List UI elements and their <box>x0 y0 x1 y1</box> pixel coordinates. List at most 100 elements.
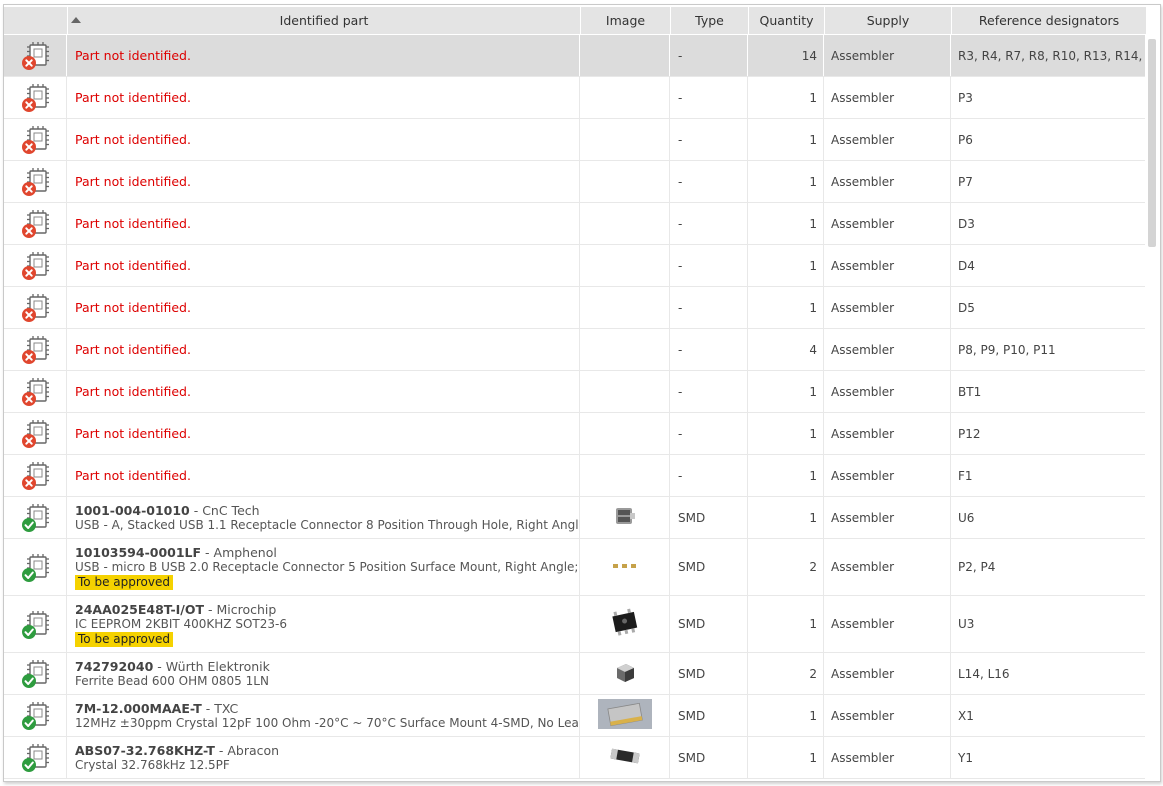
table-row[interactable]: 7M-12.000MAAE-T - TXC 12MHz ±30ppm Cryst… <box>4 695 1145 737</box>
manufacturer: - Würth Elektronik <box>153 659 270 674</box>
reference-designators: R3, R4, R7, R8, R10, R13, R14, R23 <box>958 48 1145 63</box>
table-row[interactable]: Part not identified. - 1 Assembler P7 <box>4 161 1145 203</box>
quantity: 2 <box>749 539 824 595</box>
part-type: SMD <box>671 596 748 652</box>
header-image[interactable]: Image <box>581 7 670 34</box>
table-row[interactable]: Part not identified. - 1 Assembler F1 <box>4 455 1145 497</box>
part-image[interactable] <box>581 596 670 652</box>
part-not-identified-text: Part not identified. <box>75 342 191 357</box>
part-number[interactable]: 742792040 <box>75 659 153 674</box>
header-identified-part[interactable]: Identified part <box>68 7 580 34</box>
header-type[interactable]: Type <box>671 7 748 34</box>
status-cell <box>4 539 67 595</box>
part-number[interactable]: 7M-12.000MAAE-T <box>75 701 202 716</box>
table-row[interactable]: Part not identified. - 1 Assembler BT1 <box>4 371 1145 413</box>
part-thumbnail[interactable] <box>613 660 637 687</box>
quantity: 1 <box>749 287 824 328</box>
table-row[interactable]: Part not identified. - 1 Assembler P3 <box>4 77 1145 119</box>
status-cell <box>4 737 67 778</box>
supply: Assembler <box>825 245 951 286</box>
part-image[interactable] <box>581 539 670 595</box>
vertical-scrollbar[interactable] <box>1148 39 1156 247</box>
identified-part: 24AA025E48T-I/OT - Microchip IC EEPROM 2… <box>68 596 580 652</box>
sort-ascending-icon[interactable] <box>71 17 81 23</box>
chip-error-icon[interactable] <box>21 166 51 198</box>
part-not-identified-text: Part not identified. <box>75 300 191 315</box>
table-row[interactable]: 24AA025E48T-I/OT - Microchip IC EEPROM 2… <box>4 596 1145 653</box>
part-image[interactable] <box>581 653 670 694</box>
part-description: USB - A, Stacked USB 1.1 Receptacle Conn… <box>75 518 580 532</box>
part-number[interactable]: ABS07-32.768KHZ-T <box>75 743 215 758</box>
chip-error-icon[interactable] <box>21 208 51 240</box>
chip-error-icon[interactable] <box>21 82 51 114</box>
part-thumbnail[interactable] <box>608 608 642 641</box>
status-cell <box>4 695 67 736</box>
quantity: 1 <box>749 371 824 412</box>
part-image[interactable] <box>581 737 670 778</box>
header-quantity[interactable]: Quantity <box>749 7 824 34</box>
manufacturer: - CnC Tech <box>189 503 260 518</box>
quantity: 1 <box>749 203 824 244</box>
part-type: - <box>671 329 748 370</box>
chip-ok-icon[interactable] <box>21 502 51 534</box>
chip-ok-icon[interactable] <box>21 552 51 584</box>
chip-error-icon[interactable] <box>21 40 51 72</box>
part-image <box>581 35 670 76</box>
reference-designators: P7 <box>958 174 973 189</box>
table-row[interactable]: Part not identified. - 14 Assembler R3, … <box>4 35 1145 77</box>
part-image[interactable] <box>581 695 670 736</box>
header-status[interactable] <box>4 7 67 34</box>
chip-error-icon[interactable] <box>21 124 51 156</box>
supply: Assembler <box>825 329 951 370</box>
part-image <box>581 161 670 202</box>
part-number[interactable]: 10103594-0001LF <box>75 545 201 560</box>
chip-error-icon[interactable] <box>21 250 51 282</box>
reference-designators: F1 <box>958 468 973 483</box>
identified-part: Part not identified. <box>68 161 580 202</box>
quantity: 14 <box>749 35 824 76</box>
table-row[interactable]: 10103594-0001LF - Amphenol USB - micro B… <box>4 539 1145 596</box>
table-row[interactable]: Part not identified. - 1 Assembler P6 <box>4 119 1145 161</box>
table-row[interactable]: 1001-004-01010 - CnC Tech USB - A, Stack… <box>4 497 1145 539</box>
part-not-identified-text: Part not identified. <box>75 468 191 483</box>
supply: Assembler <box>825 653 951 694</box>
part-number[interactable]: 24AA025E48T-I/OT <box>75 602 204 617</box>
supply: Assembler <box>825 413 951 454</box>
chip-ok-icon[interactable] <box>21 700 51 732</box>
table-row[interactable]: ABS07-32.768KHZ-T - Abracon Crystal 32.7… <box>4 737 1145 779</box>
chip-ok-icon[interactable] <box>21 609 51 641</box>
quantity: 1 <box>749 737 824 778</box>
part-thumbnail[interactable] <box>612 505 638 530</box>
table-row[interactable]: Part not identified. - 1 Assembler D3 <box>4 203 1145 245</box>
part-thumbnail[interactable] <box>608 747 642 768</box>
chip-error-icon[interactable] <box>21 292 51 324</box>
reference-designators: X1 <box>958 708 974 723</box>
header-supply[interactable]: Supply <box>825 7 951 34</box>
part-type: - <box>671 35 748 76</box>
table-row[interactable]: Part not identified. - 1 Assembler D5 <box>4 287 1145 329</box>
part-thumbnail[interactable] <box>611 560 639 574</box>
status-cell <box>4 653 67 694</box>
table-row[interactable]: Part not identified. - 1 Assembler D4 <box>4 245 1145 287</box>
quantity: 1 <box>749 119 824 160</box>
chip-ok-icon[interactable] <box>21 658 51 690</box>
supply: Assembler <box>825 455 951 496</box>
part-not-identified-text: Part not identified. <box>75 258 191 273</box>
status-cell <box>4 77 67 118</box>
table-row[interactable]: Part not identified. - 1 Assembler P12 <box>4 413 1145 455</box>
part-image[interactable] <box>581 497 670 538</box>
chip-error-icon[interactable] <box>21 460 51 492</box>
status-cell <box>4 203 67 244</box>
header-reference-designators[interactable]: Reference designators <box>952 7 1146 34</box>
part-number[interactable]: 1001-004-01010 <box>75 503 190 518</box>
table-row[interactable]: 742792040 - Würth Elektronik Ferrite Bea… <box>4 653 1145 695</box>
part-image <box>581 329 670 370</box>
table-row[interactable]: Part not identified. - 4 Assembler P8, P… <box>4 329 1145 371</box>
chip-error-icon[interactable] <box>21 376 51 408</box>
chip-error-icon[interactable] <box>21 418 51 450</box>
chip-ok-icon[interactable] <box>21 742 51 774</box>
reference-designators: P2, P4 <box>958 560 996 574</box>
chip-error-icon[interactable] <box>21 334 51 366</box>
part-thumbnail[interactable] <box>598 699 652 732</box>
status-cell <box>4 329 67 370</box>
